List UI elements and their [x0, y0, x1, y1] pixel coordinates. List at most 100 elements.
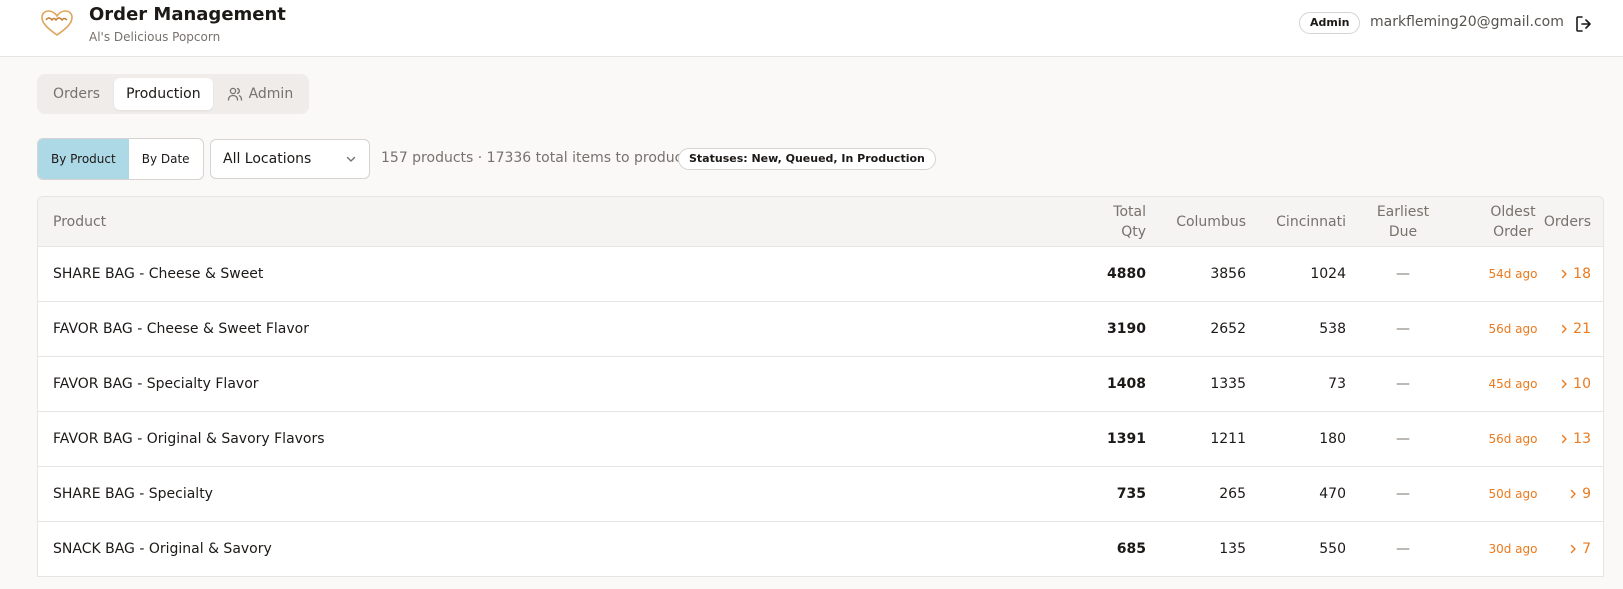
orders-cell: 7 [1558, 522, 1591, 576]
orders-cell: 13 [1558, 412, 1591, 466]
table-header: Product Total Qty Columbus Cincinnati Ear… [38, 197, 1603, 247]
by-product-button[interactable]: By Product [38, 139, 129, 179]
earliest-due: — [1396, 266, 1410, 282]
product-name: SHARE BAG - Specialty [53, 486, 213, 502]
popcorn-heart-logo[interactable] [40, 9, 74, 37]
location-select-value: All Locations [223, 151, 312, 167]
company-name: Al's Delicious Popcorn [89, 30, 221, 44]
orders-count: 7 [1582, 541, 1591, 557]
columbus-qty: 135 [1219, 541, 1246, 557]
product-name: FAVOR BAG - Original & Savory Flavors [53, 431, 325, 447]
tab-production[interactable]: Production [114, 78, 213, 110]
by-date-button[interactable]: By Date [129, 139, 203, 179]
chevron-right-icon [1570, 489, 1576, 499]
cincinnati-qty: 550 [1319, 541, 1346, 557]
tab-orders[interactable]: Orders [41, 78, 112, 110]
orders-cell: 18 [1558, 247, 1591, 301]
page-title: Order Management [89, 4, 286, 25]
column-header-total-qty-line1: Total [1113, 204, 1146, 220]
columbus-qty: 3856 [1210, 266, 1246, 282]
column-header-oldest-order-line1: Oldest [1490, 204, 1536, 220]
tab-admin-label: Admin [248, 86, 294, 102]
production-summary: 157 products · 17336 total items to prod… [381, 150, 691, 166]
earliest-due: — [1396, 431, 1410, 447]
orders-count: 13 [1573, 431, 1591, 447]
column-header-total-qty-line2: Qty [1121, 224, 1146, 240]
oldest-order-age: 30d ago [1488, 542, 1538, 556]
status-filter-badge: Statuses: New, Queued, In Production [678, 148, 936, 170]
cincinnati-qty: 1024 [1310, 266, 1346, 282]
total-qty: 735 [1116, 486, 1146, 502]
column-header-total-qty[interactable]: Total Qty [1038, 197, 1146, 247]
column-header-earliest-due-line1: Earliest [1376, 204, 1430, 220]
table-row[interactable]: SNACK BAG - Original & Savory 685 135 55… [38, 522, 1603, 577]
columbus-qty: 1211 [1210, 431, 1246, 447]
oldest-order-age: 54d ago [1488, 267, 1538, 281]
tab-orders-label: Orders [53, 86, 101, 102]
table-row[interactable]: SHARE BAG - Cheese & Sweet 4880 3856 102… [38, 247, 1603, 302]
orders-count: 18 [1573, 266, 1591, 282]
table-row[interactable]: FAVOR BAG - Cheese & Sweet Flavor 3190 2… [38, 302, 1603, 357]
table-row[interactable]: FAVOR BAG - Original & Savory Flavors 13… [38, 412, 1603, 467]
earliest-due: — [1396, 321, 1410, 337]
table-row[interactable]: FAVOR BAG - Specialty Flavor 1408 1335 7… [38, 357, 1603, 412]
tab-production-label: Production [126, 86, 201, 102]
orders-expand-link[interactable]: 18 [1559, 266, 1591, 282]
cincinnati-qty: 180 [1319, 431, 1346, 447]
chevron-right-icon [1561, 434, 1567, 444]
oldest-order-age: 50d ago [1488, 487, 1538, 501]
product-name: SHARE BAG - Cheese & Sweet [53, 266, 264, 282]
location-select[interactable]: All Locations [210, 139, 370, 179]
chevron-right-icon [1561, 269, 1567, 279]
total-qty: 1408 [1107, 376, 1146, 392]
app-header: Order Management Al's Delicious Popcorn … [0, 0, 1623, 57]
role-badge: Admin [1299, 12, 1361, 34]
total-qty: 685 [1116, 541, 1146, 557]
product-name: FAVOR BAG - Specialty Flavor [53, 376, 259, 392]
chevron-right-icon [1561, 379, 1567, 389]
table-row[interactable]: SHARE BAG - Specialty 735 265 470 — 50d … [38, 467, 1603, 522]
oldest-order-age: 56d ago [1488, 322, 1538, 336]
product-name: SNACK BAG - Original & Savory [53, 541, 272, 557]
orders-count: 21 [1573, 321, 1591, 337]
view-toggle: By Product By Date [37, 138, 204, 180]
main-tabs: Orders Production Admin [37, 74, 310, 114]
column-header-earliest-due-line2: Due [1388, 224, 1418, 240]
oldest-order-age: 45d ago [1488, 377, 1538, 391]
orders-cell: 21 [1558, 302, 1591, 356]
orders-expand-link[interactable]: 9 [1568, 486, 1591, 502]
orders-expand-link[interactable]: 21 [1559, 321, 1591, 337]
production-table: Product Total Qty Columbus Cincinnati Ear… [37, 196, 1604, 577]
earliest-due: — [1396, 541, 1410, 557]
column-header-cincinnati[interactable]: Cincinnati [1253, 197, 1346, 247]
oldest-order-age: 56d ago [1488, 432, 1538, 446]
orders-expand-link[interactable]: 7 [1568, 541, 1591, 557]
earliest-due: — [1396, 486, 1410, 502]
logout-icon[interactable] [1574, 14, 1594, 34]
total-qty: 1391 [1107, 431, 1146, 447]
column-header-product[interactable]: Product [53, 197, 953, 247]
cincinnati-qty: 470 [1319, 486, 1346, 502]
column-header-oldest-order-line2: Order [1493, 224, 1533, 240]
columbus-qty: 1335 [1210, 376, 1246, 392]
tab-admin[interactable]: Admin [215, 78, 306, 110]
column-header-earliest-due[interactable]: Earliest Due [1368, 197, 1438, 247]
column-header-orders[interactable]: Orders [1544, 197, 1591, 247]
cincinnati-qty: 73 [1328, 376, 1346, 392]
columbus-qty: 2652 [1210, 321, 1246, 337]
orders-count: 9 [1582, 486, 1591, 502]
user-email: markfleming20@gmail.com [1370, 14, 1564, 30]
chevron-right-icon [1561, 324, 1567, 334]
earliest-due: — [1396, 376, 1410, 392]
total-qty: 3190 [1107, 321, 1146, 337]
orders-expand-link[interactable]: 13 [1559, 431, 1591, 447]
column-header-columbus[interactable]: Columbus [1153, 197, 1246, 247]
chevron-right-icon [1570, 544, 1576, 554]
product-name: FAVOR BAG - Cheese & Sweet Flavor [53, 321, 309, 337]
cincinnati-qty: 538 [1319, 321, 1346, 337]
columbus-qty: 265 [1219, 486, 1246, 502]
orders-expand-link[interactable]: 10 [1559, 376, 1591, 392]
orders-cell: 9 [1558, 467, 1591, 521]
orders-count: 10 [1573, 376, 1591, 392]
orders-cell: 10 [1558, 357, 1591, 411]
